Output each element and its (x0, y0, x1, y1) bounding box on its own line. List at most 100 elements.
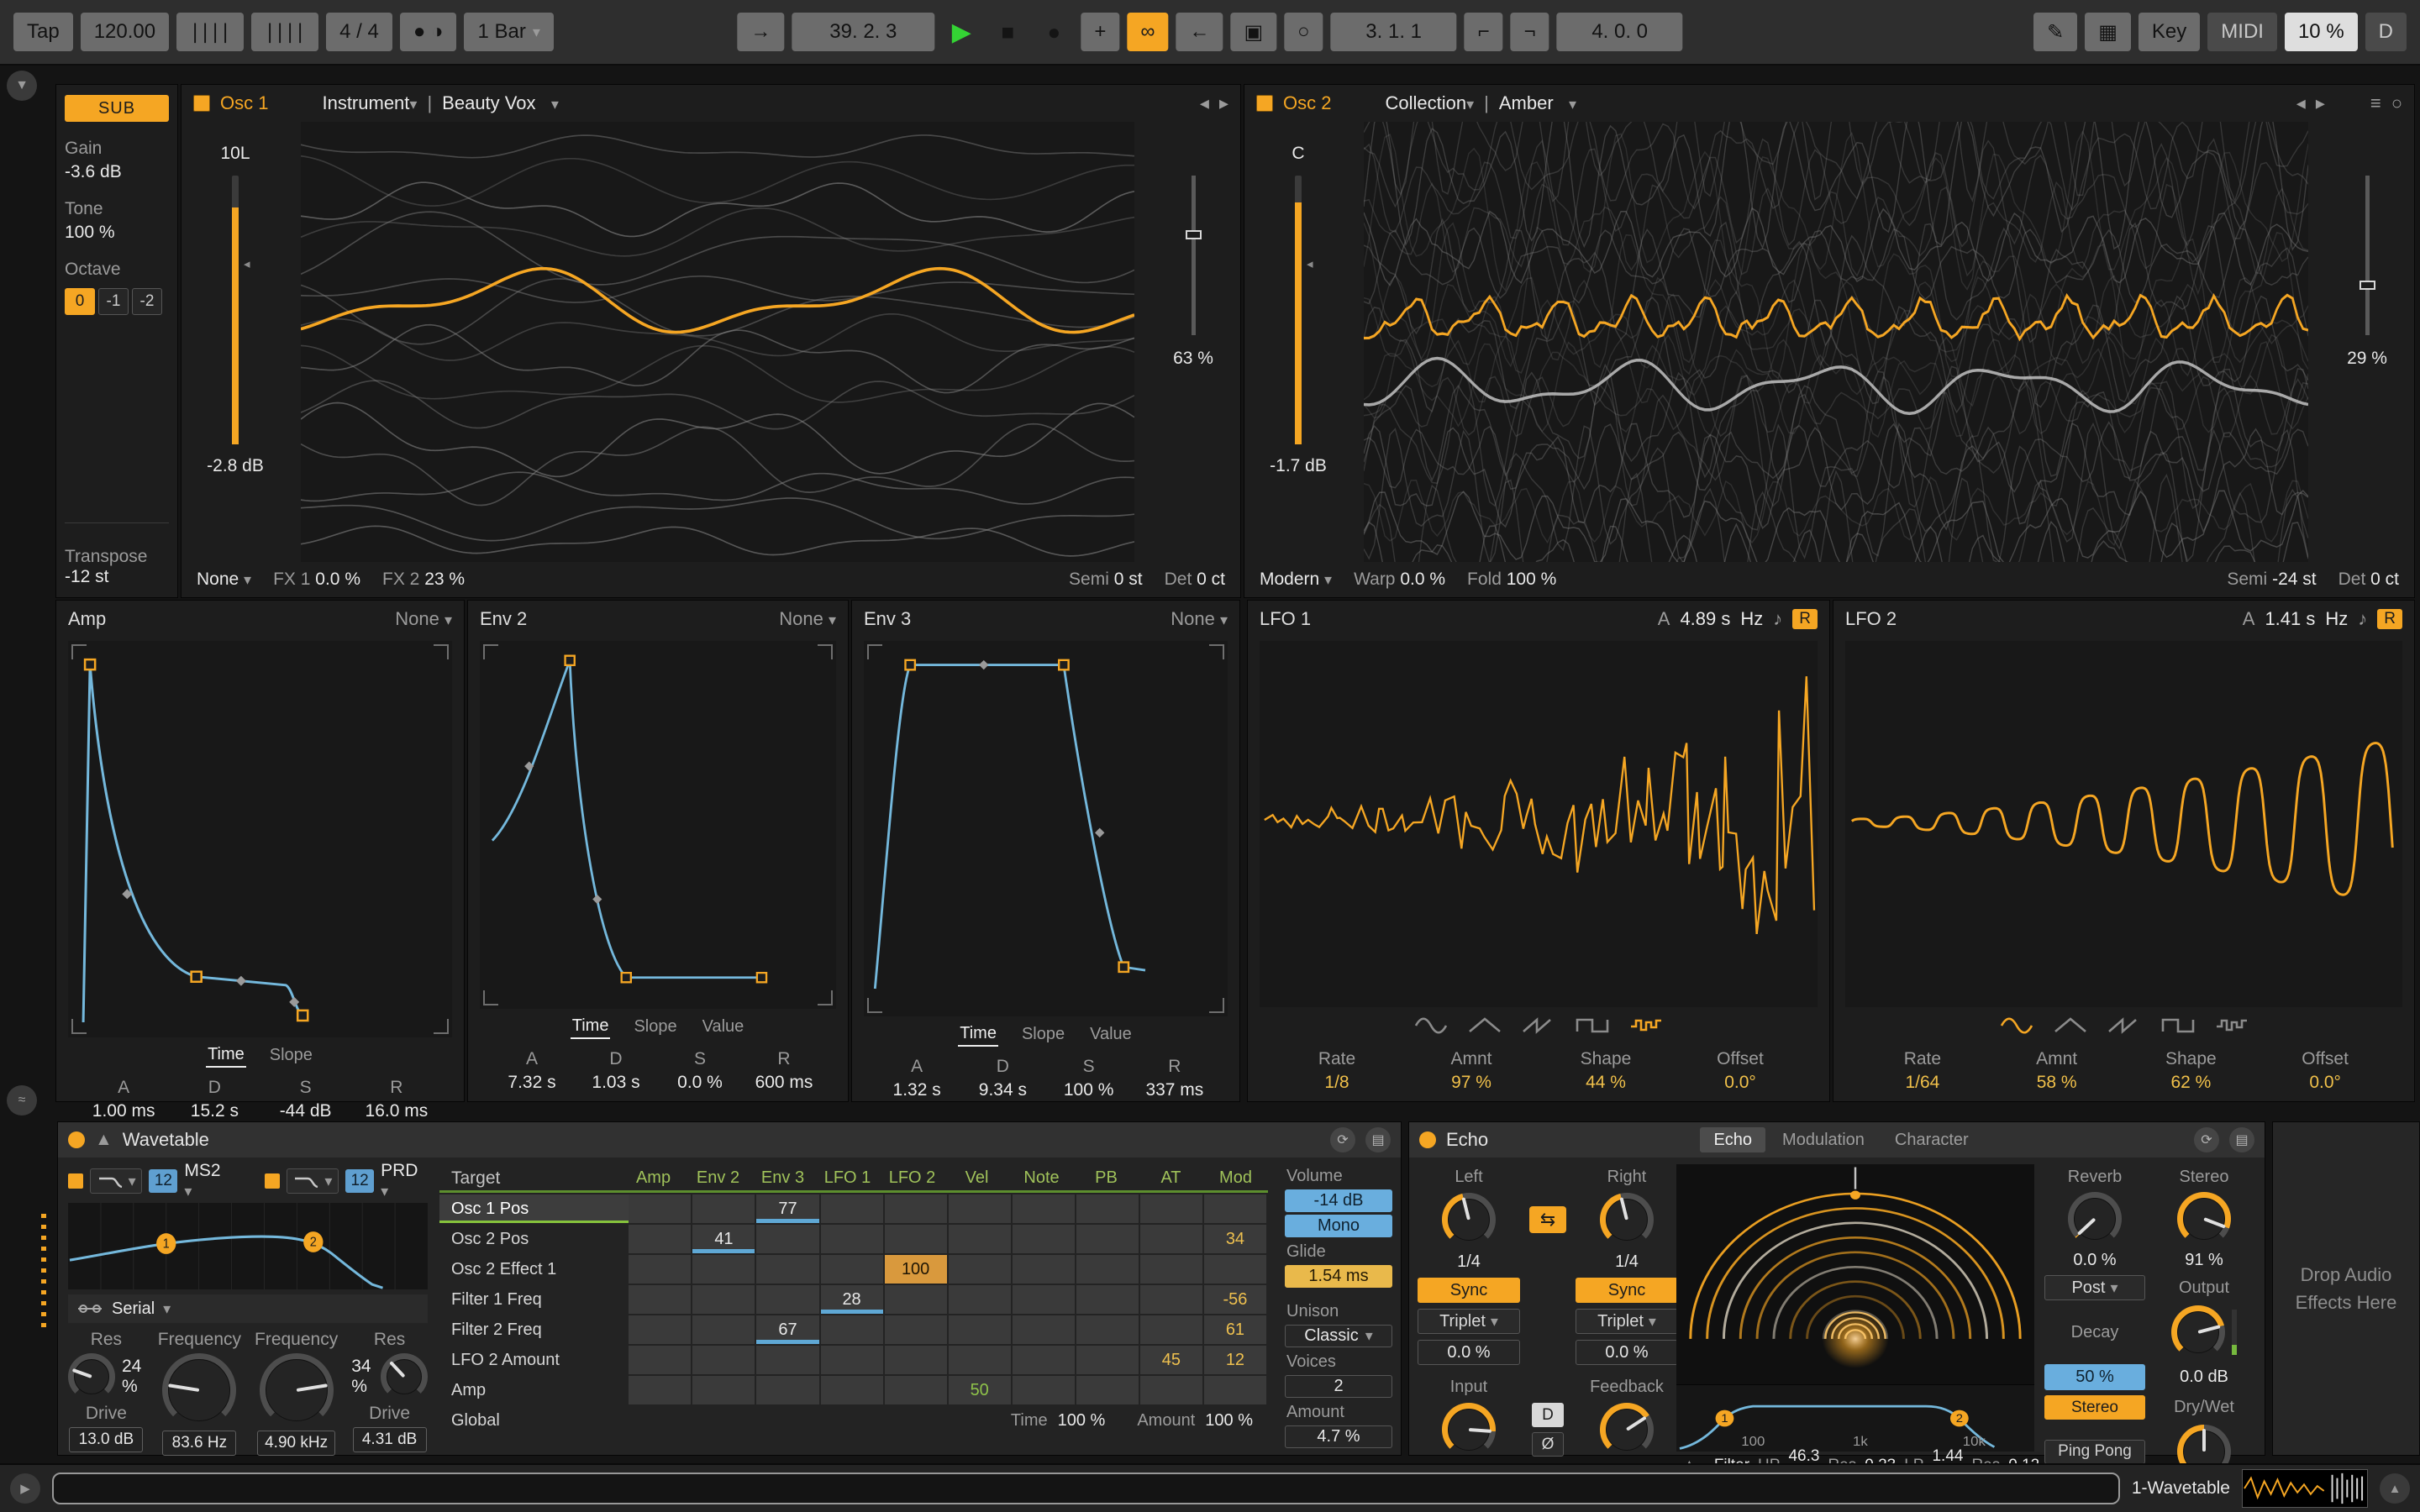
amp-envelope-graph[interactable] (68, 641, 452, 1038)
matrix-cell[interactable] (1203, 1376, 1266, 1404)
release-value[interactable]: 16.0 ms (351, 1101, 442, 1121)
osc2-position-slider[interactable]: 29 % (2320, 122, 2414, 562)
lfo-attack-value[interactable]: 1.41 s (2265, 608, 2315, 630)
osc1-position-slider[interactable]: 63 % (1146, 122, 1240, 562)
drop-audio-effects-area[interactable]: Drop Audio Effects Here (2272, 1121, 2420, 1456)
matrix-cell[interactable] (629, 1194, 692, 1223)
matrix-cell[interactable] (1203, 1255, 1266, 1284)
osc2-wavetable-display[interactable] (1364, 122, 2308, 562)
hot-swap-icon[interactable]: ⟳ (1330, 1127, 1355, 1152)
lfo-shape-sine-icon[interactable] (1412, 1015, 1450, 1037)
lfo-retrigger-button[interactable]: R (1792, 609, 1818, 629)
matrix-row-target[interactable]: Amp (439, 1376, 629, 1404)
matrix-cell[interactable] (884, 1194, 947, 1223)
matrix-cell[interactable] (1139, 1376, 1202, 1404)
matrix-cell[interactable] (1012, 1225, 1075, 1253)
matrix-row-target[interactable]: Osc 2 Effect 1 (439, 1255, 629, 1284)
sub-tone-value[interactable]: 100 % (65, 223, 169, 243)
drive-toggle[interactable]: D (1532, 1403, 1564, 1427)
filter-routing-select[interactable]: Serial ▾ (68, 1294, 428, 1324)
tab-echo[interactable]: Echo (1700, 1127, 1766, 1152)
matrix-cell[interactable] (948, 1255, 1011, 1284)
session-overdub-button[interactable]: ∞ (1127, 13, 1169, 51)
lfo-shape-sine-icon[interactable] (1997, 1015, 2036, 1037)
osc1-gain-slider[interactable]: 10L ◂ -2.8 dB (182, 122, 289, 562)
filter1-res-knob[interactable] (68, 1353, 115, 1401)
time-signature-display[interactable]: 4 / 4 (326, 13, 392, 51)
note-sync-icon[interactable]: ♪ (1773, 608, 1782, 630)
matrix-row-target[interactable]: Osc 1 Pos (439, 1194, 629, 1223)
follow-button[interactable]: → (737, 13, 785, 51)
env-mode-select[interactable]: None ▾ (1171, 608, 1228, 630)
device-activator-icon[interactable] (68, 1131, 85, 1148)
matrix-row-target[interactable]: LFO 2 Amount (439, 1346, 629, 1374)
filter1-drive-value[interactable]: 13.0 dB (69, 1427, 144, 1453)
matrix-cell[interactable] (629, 1315, 692, 1344)
lfo-shape-rand-icon[interactable] (2212, 1015, 2251, 1037)
matrix-row-target[interactable]: Filter 1 Freq (439, 1285, 629, 1314)
matrix-cell[interactable] (820, 1315, 883, 1344)
osc1-position-value[interactable]: 63 % (1173, 349, 1213, 369)
filter2-res-knob[interactable] (381, 1353, 428, 1401)
release-value[interactable]: 600 ms (742, 1073, 826, 1093)
filter2-enable-checkbox[interactable] (264, 1173, 280, 1189)
phase-invert-toggle[interactable]: Ø (1532, 1432, 1564, 1457)
matrix-cell[interactable] (1139, 1285, 1202, 1314)
punch-out-button[interactable]: ¬ (1510, 13, 1549, 51)
draw-pencil-button[interactable]: ✎ (2033, 13, 2078, 51)
osc2-position-value[interactable]: 29 % (2347, 349, 2387, 369)
matrix-cell[interactable]: 28 (820, 1285, 883, 1314)
matrix-cell[interactable] (1139, 1315, 1202, 1344)
sub-enable-button[interactable]: SUB (65, 95, 169, 122)
osc1-wavetable-select[interactable]: Beauty Vox ▾ (442, 92, 559, 114)
wavetable-view-circle-icon[interactable]: ○ (2391, 92, 2402, 114)
unison-amount-value[interactable]: 4.7 % (1285, 1425, 1392, 1449)
matrix-cell[interactable] (884, 1225, 947, 1253)
osc2-activator-checkbox[interactable] (1256, 95, 1273, 112)
lfo-offset-value[interactable]: 0.0° (2258, 1073, 2392, 1093)
matrix-row-target[interactable]: Filter 2 Freq (439, 1315, 629, 1344)
osc2-gain-slider[interactable]: C ◂ -1.7 dB (1244, 122, 1352, 562)
decay-value[interactable]: 9.34 s (960, 1080, 1045, 1100)
matrix-cell[interactable] (692, 1376, 755, 1404)
matrix-cell[interactable] (1012, 1255, 1075, 1284)
echo-filter-display[interactable]: 100 1k 10k 1 2 (1676, 1384, 2034, 1452)
matrix-cell[interactable] (1076, 1255, 1139, 1284)
lfo-rate-value[interactable]: 1/64 (1855, 1073, 1990, 1093)
stop-button[interactable]: ■ (988, 13, 1027, 51)
lfo-shape-saw-icon[interactable] (2105, 1015, 2144, 1037)
capture-midi-button[interactable]: + (1081, 13, 1120, 51)
osc1-semi[interactable]: Semi 0 st (1069, 570, 1143, 590)
filter1-circuit-select[interactable]: MS2 ▾ (184, 1161, 230, 1201)
filter1-freq-value[interactable]: 83.6 Hz (162, 1431, 237, 1457)
hot-swap-icon[interactable]: ⟳ (2194, 1127, 2219, 1152)
matrix-row-target[interactable]: Osc 2 Pos (439, 1225, 629, 1253)
lfo-amount-value[interactable]: 97 % (1404, 1073, 1539, 1093)
stereo-width-knob[interactable] (2177, 1192, 2231, 1246)
matrix-cell[interactable] (1076, 1315, 1139, 1344)
octave-minus1-button[interactable]: -1 (98, 288, 129, 315)
lfo-shape-tri-icon[interactable] (1465, 1015, 1504, 1037)
lfo-shape-sq-icon[interactable] (2159, 1015, 2197, 1037)
matrix-cell[interactable]: 41 (692, 1225, 755, 1253)
matrix-cell[interactable] (1076, 1346, 1139, 1374)
tab-value[interactable]: Value (701, 1016, 746, 1038)
matrix-cell[interactable] (948, 1285, 1011, 1314)
filter-response-display[interactable]: 1 2 (68, 1203, 428, 1290)
offset-right-value[interactable]: 0.0 % (1576, 1340, 1678, 1365)
lfo-shape-saw-icon[interactable] (1519, 1015, 1558, 1037)
fold-device-icon[interactable]: ▲ (95, 1130, 113, 1150)
stereo-link-icon[interactable]: ⇆ (1529, 1206, 1566, 1233)
matrix-cell[interactable] (629, 1376, 692, 1404)
matrix-cell[interactable] (756, 1376, 819, 1404)
lfo-shape-rand-icon[interactable] (1627, 1015, 1665, 1037)
matrix-cell[interactable] (1139, 1225, 1202, 1253)
osc1-category-select[interactable]: Instrument▾ (322, 92, 417, 114)
tab-modulation[interactable]: Modulation (1769, 1127, 1878, 1152)
sync-right-button[interactable]: Sync (1576, 1278, 1678, 1303)
osc2-gain-value[interactable]: -1.7 dB (1270, 456, 1327, 476)
matrix-cell[interactable] (884, 1346, 947, 1374)
tempo-display[interactable]: 120.00 (80, 13, 170, 51)
voices-value[interactable]: 2 (1285, 1375, 1392, 1399)
osc1-fx2[interactable]: FX 2 23 % (382, 570, 465, 590)
